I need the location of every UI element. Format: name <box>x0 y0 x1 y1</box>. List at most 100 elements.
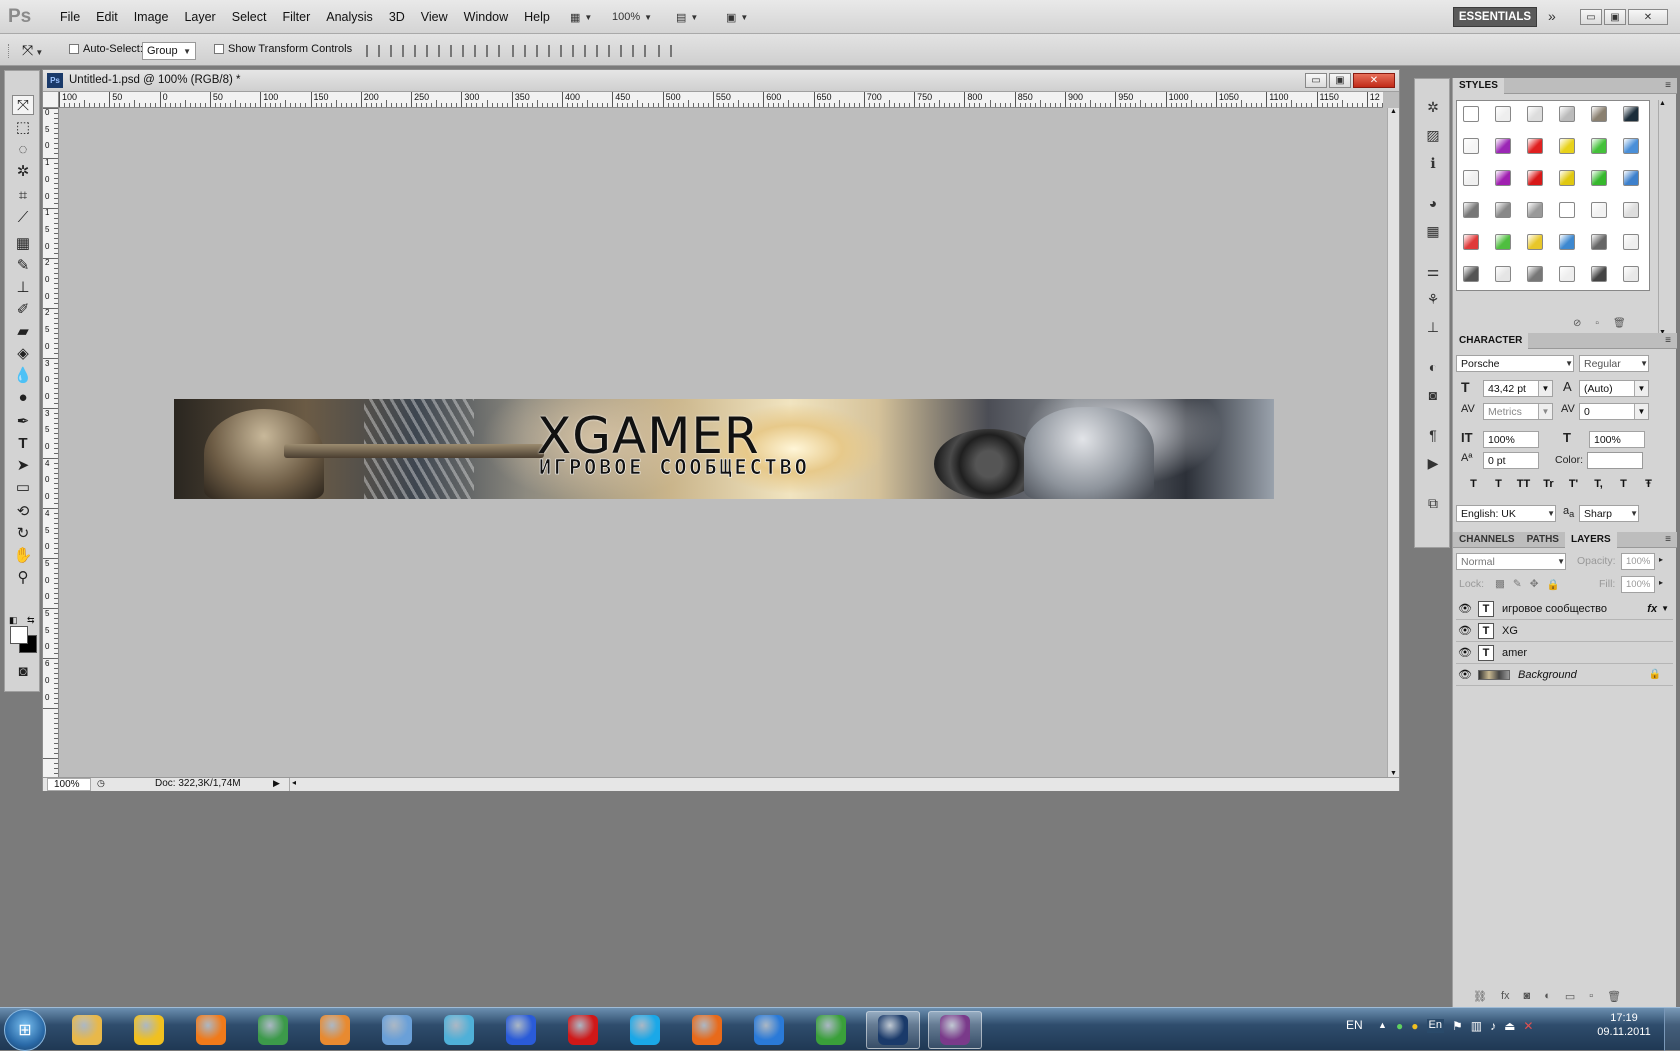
taskbar-photoshop[interactable] <box>866 1011 920 1049</box>
style-swatch[interactable] <box>1591 202 1607 218</box>
clear-style-icon[interactable]: ⊘ <box>1573 318 1581 329</box>
new-layer-icon[interactable]: ▫ <box>1589 990 1593 1003</box>
tray-expand-icon[interactable]: ▲ <box>1378 1020 1387 1030</box>
type-style-button[interactable]: T <box>1461 478 1486 490</box>
zoom-level-dropdown[interactable]: 100% ▼ <box>612 7 652 27</box>
auto-select-checkbox[interactable] <box>69 44 79 54</box>
style-swatch[interactable] <box>1495 138 1511 154</box>
tray-misc-icon[interactable]: ✕ <box>1523 1019 1533 1033</box>
menu-item-image[interactable]: Image <box>126 10 177 24</box>
style-swatch[interactable] <box>1623 138 1639 154</box>
zoom-tool-icon[interactable]: ⚲ <box>12 567 34 587</box>
paragraph-icon[interactable]: ¶ <box>1423 425 1443 445</box>
auto-align-icon[interactable] <box>658 45 672 60</box>
shape-tool-icon[interactable]: ▭ <box>12 477 34 497</box>
arrange-documents-button[interactable]: ▤ ▼ <box>676 7 698 27</box>
blend-mode-select[interactable]: Normal ▼ <box>1456 553 1566 570</box>
font-style-select[interactable]: Regular ▼ <box>1579 355 1649 372</box>
opacity-arrow-icon[interactable]: ▸ <box>1659 555 1663 564</box>
menu-item-filter[interactable]: Filter <box>274 10 318 24</box>
style-swatch[interactable] <box>1495 234 1511 250</box>
taskbar-media-player[interactable] <box>308 1011 362 1049</box>
style-swatch[interactable] <box>1495 266 1511 282</box>
style-swatch[interactable] <box>1527 234 1543 250</box>
taskbar-aimp[interactable] <box>122 1011 176 1049</box>
crop-tool-icon[interactable]: ⌗ <box>12 185 34 205</box>
style-swatch[interactable] <box>1623 202 1639 218</box>
style-swatch[interactable] <box>1527 170 1543 186</box>
taskbar-notes[interactable] <box>432 1011 486 1049</box>
marquee-tool-icon[interactable]: ⬚ <box>12 117 34 137</box>
style-swatch[interactable] <box>1527 266 1543 282</box>
lock-all-icon[interactable]: 🔒 <box>1547 578 1560 591</box>
delete-style-icon[interactable]: 🗑 <box>1613 318 1626 329</box>
style-swatch[interactable] <box>1559 170 1575 186</box>
vertical-ruler[interactable]: 0 5 0 1 0 0 1 5 0 2 0 0 2 5 0 3 0 0 3 5 0 4 0 0 4 5 0 5 0 0 5 5 0 6 0 0 <box>43 108 59 777</box>
color-icon[interactable]: ◕ <box>1423 193 1443 213</box>
lock-position-icon[interactable]: ✥ <box>1530 578 1539 591</box>
scroll-up-icon[interactable]: ▲ <box>1390 108 1397 115</box>
pen-tool-icon[interactable]: ✒ <box>12 411 34 431</box>
status-menu-arrow-icon[interactable]: ▶ <box>273 778 280 789</box>
status-zoom[interactable]: 100% <box>47 778 91 791</box>
document-minimize-button[interactable]: ▭ <box>1305 73 1327 88</box>
close-button[interactable]: ✕ <box>1628 9 1668 25</box>
quick-mask-icon[interactable]: ◙ <box>12 661 34 681</box>
menu-item-edit[interactable]: Edit <box>88 10 126 24</box>
style-swatch[interactable] <box>1495 106 1511 122</box>
clock[interactable]: 17:19 09.11.2011 <box>1594 1012 1654 1038</box>
move-tool-icon[interactable]: ⤧ <box>12 95 34 115</box>
distribute-right-icon[interactable] <box>632 45 646 57</box>
workspace-switcher[interactable]: ESSENTIALS <box>1453 7 1537 27</box>
new-style-icon[interactable]: ▫ <box>1595 318 1599 329</box>
actions-icon[interactable]: ▶ <box>1423 453 1443 473</box>
aimp-tray-icon[interactable]: ● <box>1411 1019 1418 1033</box>
style-swatch[interactable] <box>1591 266 1607 282</box>
visibility-eye-icon[interactable]: 👁 <box>1456 646 1474 659</box>
history-icon[interactable]: ⧉ <box>1423 493 1443 513</box>
menu-item-3d[interactable]: 3D <box>381 10 413 24</box>
navigator-icon[interactable]: ✲ <box>1423 97 1443 117</box>
banner-image[interactable]: XGAMER ИГРОВОЕ СООБЩЕСТВО <box>174 399 1274 499</box>
vertical-scale-field[interactable]: 100% <box>1483 431 1539 448</box>
lasso-tool-icon[interactable]: ◌ <box>12 139 34 159</box>
layer-effects-icon[interactable]: fx <box>1647 603 1657 615</box>
path-selection-tool-icon[interactable]: ➤ <box>12 455 34 475</box>
scroll-down-icon[interactable]: ▼ <box>1390 770 1397 777</box>
leading-field[interactable]: (Auto) ▼ <box>1579 380 1649 397</box>
ruler-origin[interactable] <box>43 92 59 108</box>
tab-channels[interactable]: CHANNELS <box>1453 532 1521 548</box>
histogram-icon[interactable]: ▨ <box>1423 125 1443 145</box>
volume-icon[interactable]: ♪ <box>1490 1019 1496 1033</box>
taskbar-save-app[interactable] <box>494 1011 548 1049</box>
distribute-left-icon[interactable] <box>584 45 598 57</box>
styles-scrollbar[interactable]: ▲▼ <box>1658 100 1668 340</box>
add-style-icon[interactable]: fx <box>1501 990 1510 1003</box>
masks-icon[interactable]: ⚘ <box>1423 289 1443 309</box>
hand-tool-icon[interactable]: ✋ <box>12 545 34 565</box>
style-swatch[interactable] <box>1463 266 1479 282</box>
taskbar-skype[interactable] <box>618 1011 672 1049</box>
type-style-button[interactable]: T' <box>1561 478 1586 490</box>
character-panel-menu-icon[interactable]: ≡ <box>1659 333 1677 349</box>
antialias-select[interactable]: Sharp ▼ <box>1579 505 1639 522</box>
tracking-field[interactable]: 0 ▼ <box>1579 403 1649 420</box>
type-style-button[interactable]: T <box>1611 478 1636 490</box>
swatches-icon[interactable]: ▦ <box>1423 221 1443 241</box>
history-brush-tool-icon[interactable]: ✐ <box>12 299 34 319</box>
menu-item-file[interactable]: File <box>52 10 88 24</box>
eraser-tool-icon[interactable]: ▰ <box>12 321 34 341</box>
style-swatch[interactable] <box>1591 106 1607 122</box>
style-swatch[interactable] <box>1463 138 1479 154</box>
default-colors-icon[interactable]: ◧ <box>9 615 19 625</box>
style-swatch[interactable] <box>1463 170 1479 186</box>
align-vcenter-icon[interactable] <box>390 45 404 57</box>
distribute-bottom-icon[interactable] <box>560 45 574 57</box>
style-swatch[interactable] <box>1559 266 1575 282</box>
fill-field[interactable]: 100% <box>1621 576 1655 593</box>
language-select[interactable]: English: UK ▼ <box>1456 505 1556 522</box>
visibility-eye-icon[interactable]: 👁 <box>1456 624 1474 637</box>
status-info-icon[interactable]: ◷ <box>97 778 105 789</box>
auto-select-dropdown[interactable]: Group ▼ <box>142 42 196 60</box>
visibility-eye-icon[interactable]: 👁 <box>1456 602 1474 615</box>
